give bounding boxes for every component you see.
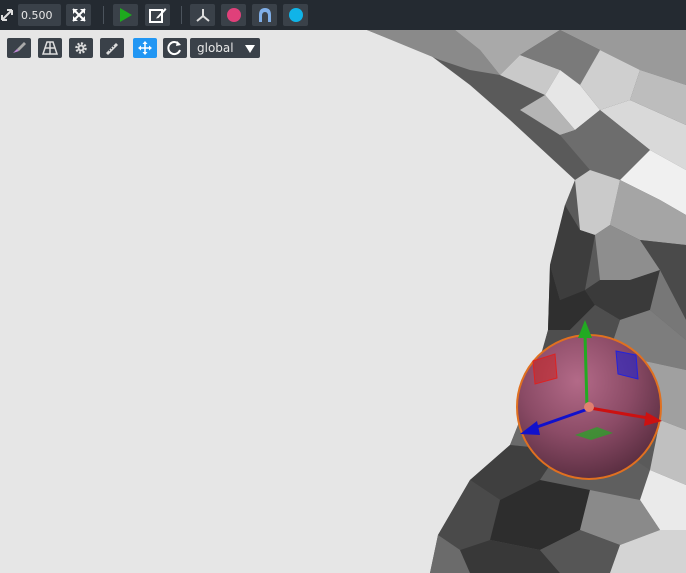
move-arrows-icon bbox=[138, 41, 152, 55]
edit-button[interactable] bbox=[145, 4, 170, 26]
mesh-button[interactable] bbox=[252, 4, 277, 26]
cyan-circle-icon bbox=[288, 8, 303, 22]
settings-button[interactable] bbox=[69, 38, 93, 58]
gizmo-center bbox=[584, 402, 594, 412]
arch-mesh-icon bbox=[258, 8, 271, 22]
sphere-button[interactable] bbox=[221, 4, 246, 26]
transform-space-select[interactable]: global bbox=[190, 38, 260, 58]
toolbar-separator bbox=[181, 6, 182, 24]
rotate-icon bbox=[167, 41, 181, 56]
rock-mesh bbox=[367, 30, 686, 573]
resize-arrows-icon[interactable] bbox=[0, 7, 14, 23]
rotate-tool-button[interactable] bbox=[163, 38, 187, 58]
expand-icon bbox=[71, 8, 86, 22]
fit-view-button[interactable] bbox=[66, 4, 91, 26]
marker-button[interactable] bbox=[283, 4, 308, 26]
brush-icon bbox=[13, 42, 26, 53]
play-button[interactable] bbox=[113, 4, 138, 26]
gizmo-y-axis bbox=[583, 334, 589, 408]
scene-canvas[interactable] bbox=[0, 30, 686, 573]
3d-viewport[interactable]: global bbox=[0, 30, 686, 573]
axes-button[interactable] bbox=[190, 4, 215, 26]
play-icon bbox=[119, 8, 132, 22]
pink-circle-icon bbox=[226, 8, 241, 22]
move-tool-button[interactable] bbox=[133, 38, 157, 58]
toolbar-separator bbox=[103, 6, 104, 24]
ruler-icon bbox=[106, 43, 118, 55]
zoom-input[interactable] bbox=[18, 4, 61, 26]
dropdown-triangle-icon bbox=[245, 45, 255, 53]
axes-icon bbox=[195, 9, 210, 22]
gear-icon bbox=[75, 42, 87, 54]
gizmo-yz-plane bbox=[615, 350, 639, 380]
ruler-button[interactable] bbox=[100, 38, 124, 58]
main-toolbar bbox=[0, 0, 686, 30]
perspective-grid-icon bbox=[42, 41, 58, 55]
camera-button[interactable] bbox=[38, 38, 62, 58]
edit-icon bbox=[148, 8, 166, 23]
transform-space-value: global bbox=[197, 41, 234, 55]
paint-button[interactable] bbox=[7, 38, 31, 58]
